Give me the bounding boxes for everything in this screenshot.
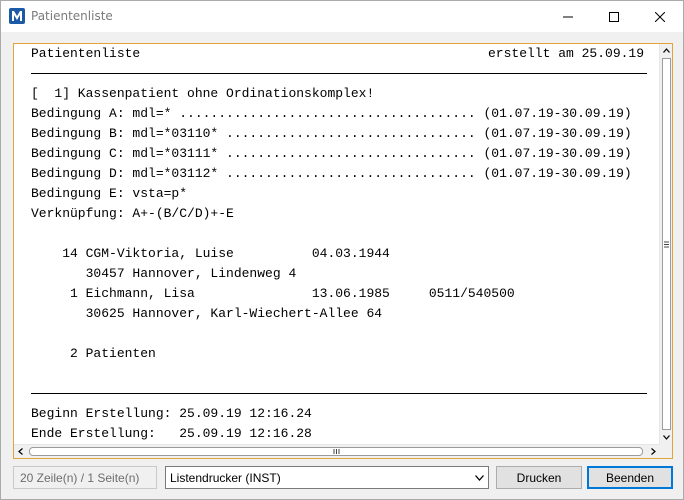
report-line: [ 1] Kassenpatient ohne Ordinationskompl…: [31, 86, 375, 101]
report-footer-line: Beginn Erstellung: 25.09.19 12:16.24: [31, 406, 312, 421]
report-view[interactable]: Patientenliste erstellt am 25.09.19 [ 1]…: [13, 43, 673, 459]
app-logo-icon: [9, 8, 25, 24]
report-footer-line: Ende Erstellung: 25.09.19 12:16.28: [31, 426, 312, 441]
vertical-scroll-thumb[interactable]: [662, 58, 671, 430]
report-header-date: erstellt am 25.09.19: [488, 46, 645, 61]
window-title: Patientenliste: [31, 9, 113, 23]
page-info-field: 20 Zeile(n) / 1 Seite(n): [13, 466, 157, 489]
close-icon: [655, 11, 665, 22]
header-divider: [31, 73, 647, 74]
chevron-down-icon[interactable]: [471, 467, 488, 488]
minimize-icon: [563, 12, 573, 22]
report-line: 2 Patienten: [31, 346, 156, 361]
footer-divider: [31, 393, 647, 394]
report-line: Bedingung A: mdl=* .....................…: [31, 106, 632, 121]
scroll-down-icon[interactable]: [660, 431, 673, 444]
report-line: Bedingung C: mdl=*03111* ...............…: [31, 146, 632, 161]
vertical-scrollbar[interactable]: [659, 44, 672, 444]
maximize-icon: [609, 11, 619, 22]
title-bar[interactable]: Patientenliste: [1, 1, 683, 32]
report-line: 14 CGM-Viktoria, Luise 04.03.1944: [31, 246, 390, 261]
report-line: 30625 Hannover, Karl-Wiechert-Allee 64: [31, 306, 383, 321]
minimize-button[interactable]: [545, 1, 591, 32]
scrollbar-corner: [659, 444, 672, 458]
horizontal-scroll-thumb[interactable]: [29, 447, 643, 456]
scroll-left-icon[interactable]: [14, 445, 27, 458]
close-button[interactable]: [637, 1, 683, 32]
close-list-button[interactable]: Beenden: [587, 466, 673, 489]
print-button[interactable]: Drucken: [496, 466, 582, 489]
printer-select-value: Listendrucker (INST): [170, 471, 281, 485]
report-line: Bedingung E: vsta=p*: [31, 186, 188, 201]
report-line: Verknüpfung: A+-(B/C/D)+-E: [31, 206, 234, 221]
printer-select[interactable]: Listendrucker (INST): [165, 466, 489, 489]
patientenliste-window: Patientenliste Patientenliste erstellt a…: [0, 0, 684, 500]
report-line: 1 Eichmann, Lisa 13.06.1985 0511/540500: [31, 286, 515, 301]
report-line: Bedingung D: mdl=*03112* ...............…: [31, 166, 632, 181]
maximize-button[interactable]: [591, 1, 637, 32]
report-line: Bedingung B: mdl=*03110* ...............…: [31, 126, 632, 141]
report-header-title: Patientenliste: [31, 46, 141, 61]
report-content: Patientenliste erstellt am 25.09.19 [ 1]…: [14, 44, 660, 444]
horizontal-scrollbar[interactable]: [14, 444, 660, 458]
scroll-up-icon[interactable]: [660, 44, 673, 57]
report-line: 30457 Hannover, Lindenweg 4: [31, 266, 297, 281]
